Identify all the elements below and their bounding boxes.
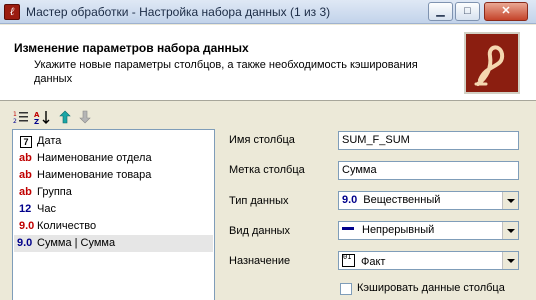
chevron-down-icon[interactable] xyxy=(502,252,518,269)
chevron-down-icon[interactable] xyxy=(502,222,518,239)
purpose-select[interactable]: 01 10 Факт xyxy=(338,251,519,270)
list-item[interactable]: ab Группа xyxy=(14,184,213,201)
purpose-value: Факт xyxy=(361,256,386,268)
svg-text:2: 2 xyxy=(13,118,17,124)
continuous-line-icon xyxy=(342,227,354,230)
data-kind-label: Вид данных xyxy=(229,225,291,237)
list-item[interactable]: ab Наименование отдела xyxy=(14,150,213,167)
list-item[interactable]: ab Наименование товара xyxy=(14,167,213,184)
sort-az-icon[interactable]: A Z xyxy=(33,110,51,126)
list-item[interactable]: 7 Дата xyxy=(14,133,213,150)
string-type-icon: ab xyxy=(19,169,32,181)
product-logo-icon xyxy=(464,32,520,94)
column-name-field[interactable]: SUM_F_SUM xyxy=(338,131,519,150)
real-type-icon: 9.0 xyxy=(342,194,358,206)
purpose-label: Назначение xyxy=(229,255,291,267)
move-up-arrow-icon[interactable] xyxy=(56,110,74,126)
window-title: Мастер обработки - Настройка набора данн… xyxy=(26,5,331,19)
minimize-button[interactable]: ▁ xyxy=(428,2,453,21)
list-item-label: Количество xyxy=(37,220,97,232)
svg-text:1: 1 xyxy=(13,111,17,118)
title-bar: ℓ Мастер обработки - Настройка набора да… xyxy=(0,0,536,24)
list-order-icon[interactable]: 1 2 xyxy=(12,110,30,126)
data-type-label: Тип данных xyxy=(229,195,289,207)
date-type-icon: 7 xyxy=(20,136,32,148)
data-type-select[interactable]: 9.0 Вещественный xyxy=(338,191,519,210)
columns-list[interactable]: 7 Дата ab Наименование отдела ab Наименован… xyxy=(12,129,215,300)
list-item-label: Час xyxy=(37,203,56,215)
list-item-label: Сумма | Сумма xyxy=(37,237,116,249)
list-item[interactable]: 9.0 Количество xyxy=(14,218,213,235)
integer-type-icon: 12 xyxy=(19,203,32,215)
cache-checkbox[interactable] xyxy=(340,283,352,295)
maximize-button[interactable]: □ xyxy=(455,2,480,21)
data-type-value: Вещественный xyxy=(363,194,441,206)
wizard-header: Изменение параметров набора данных Укажи… xyxy=(0,25,536,101)
list-item-label: Наименование товара xyxy=(37,169,152,181)
wizard-window: ℓ Мастер обработки - Настройка набора да… xyxy=(0,0,536,300)
column-caption-label: Метка столбца xyxy=(229,164,305,176)
data-kind-select[interactable]: Непрерывный xyxy=(338,221,519,240)
real-type-icon: 9.0 xyxy=(17,237,33,249)
data-kind-value: Непрерывный xyxy=(362,224,435,236)
list-item[interactable]: 12 Час xyxy=(14,201,213,218)
list-item-selected[interactable]: 9.0 Сумма | Сумма xyxy=(14,235,213,252)
real-type-icon: 9.0 xyxy=(19,220,35,232)
list-item-label: Наименование отдела xyxy=(37,152,152,164)
app-logo-icon: ℓ xyxy=(4,4,20,20)
svg-text:Z: Z xyxy=(34,118,39,125)
chevron-down-icon[interactable] xyxy=(502,192,518,209)
header-description: Укажите новые параметры столбцов, а такж… xyxy=(34,59,418,85)
column-name-label: Имя столбца xyxy=(229,134,295,146)
fact-icon: 01 10 xyxy=(342,254,355,267)
move-down-arrow-icon[interactable] xyxy=(76,110,94,126)
header-title: Изменение параметров набора данных xyxy=(14,41,249,55)
list-item-label: Группа xyxy=(37,186,72,198)
column-caption-field[interactable]: Сумма xyxy=(338,161,519,180)
string-type-icon: ab xyxy=(19,186,32,198)
list-item-label: Дата xyxy=(37,135,62,147)
close-button[interactable]: ✕ xyxy=(484,2,528,21)
string-type-icon: ab xyxy=(19,152,32,164)
cache-checkbox-label[interactable]: Кэшировать данные столбца xyxy=(357,282,505,294)
